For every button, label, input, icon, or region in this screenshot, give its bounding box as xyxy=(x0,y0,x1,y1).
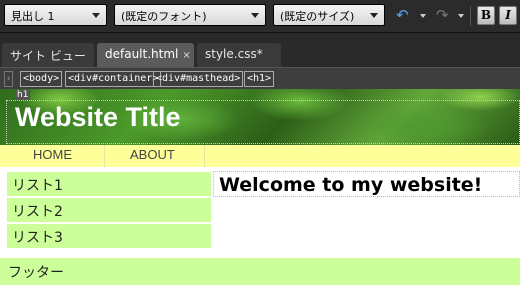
font-select[interactable]: (既定のフォント) xyxy=(114,4,266,26)
nav-about[interactable]: ABOUT xyxy=(105,145,205,167)
sidebar-item-2[interactable]: リスト2 xyxy=(7,198,211,223)
chevron-down-icon xyxy=(370,13,378,18)
design-view[interactable]: h1 Website Title HOME ABOUT リスト1 リスト2 リス… xyxy=(0,89,520,285)
toolbar-divider xyxy=(470,6,471,26)
document-tabs: サイト ビュー default.html × style.css* xyxy=(0,33,520,67)
close-icon[interactable]: × xyxy=(182,50,190,61)
undo-icon[interactable]: ↶ xyxy=(396,7,412,23)
chevron-down-icon xyxy=(92,13,100,18)
tag-div-container[interactable]: <div#container> xyxy=(65,71,162,87)
site-title[interactable]: Website Title xyxy=(15,102,181,133)
bold-button[interactable]: B xyxy=(477,6,495,25)
paragraph-format-select[interactable]: 見出し 1 xyxy=(4,4,107,26)
tab-site-view[interactable]: サイト ビュー xyxy=(2,43,94,67)
paragraph-format-value: 見出し 1 xyxy=(11,10,55,23)
font-value: (既定のフォント) xyxy=(121,10,207,23)
formatting-toolbar: 見出し 1 (既定のフォント) (既定のサイズ) ↶ ↷ B I xyxy=(0,0,520,33)
nav-bar: HOME ABOUT xyxy=(0,145,520,167)
italic-button[interactable]: I xyxy=(499,6,517,25)
tab-label: style.css* xyxy=(205,47,263,61)
main-heading[interactable]: Welcome to my website! xyxy=(219,174,482,196)
scroll-left-icon[interactable]: ‹ xyxy=(4,71,13,87)
h1-badge: h1 xyxy=(15,90,31,100)
font-size-value: (既定のサイズ) xyxy=(280,10,355,23)
tag-body[interactable]: <body> xyxy=(20,71,63,87)
undo-history-dropdown-icon[interactable] xyxy=(420,14,426,18)
chevron-down-icon xyxy=(251,13,259,18)
tag-selector: ‹ <body> <div#container> <div#masthead> … xyxy=(0,67,520,89)
tab-label: default.html xyxy=(105,47,179,61)
tab-style-css[interactable]: style.css* xyxy=(197,43,281,67)
sidebar-item-3[interactable]: リスト3 xyxy=(7,224,211,249)
tab-default-html[interactable]: default.html × xyxy=(97,43,194,67)
footer[interactable]: フッター xyxy=(0,258,520,285)
nav-home[interactable]: HOME xyxy=(0,145,105,167)
tag-h1[interactable]: <h1> xyxy=(244,71,275,87)
font-size-select[interactable]: (既定のサイズ) xyxy=(273,4,385,26)
sidebar-item-1[interactable]: リスト1 xyxy=(7,172,211,197)
redo-icon[interactable]: ↷ xyxy=(436,7,452,23)
masthead[interactable]: h1 Website Title xyxy=(0,89,520,145)
redo-history-dropdown-icon[interactable] xyxy=(458,14,464,18)
tag-div-masthead[interactable]: <div#masthead> xyxy=(153,71,244,87)
tab-label: サイト ビュー xyxy=(10,49,86,63)
